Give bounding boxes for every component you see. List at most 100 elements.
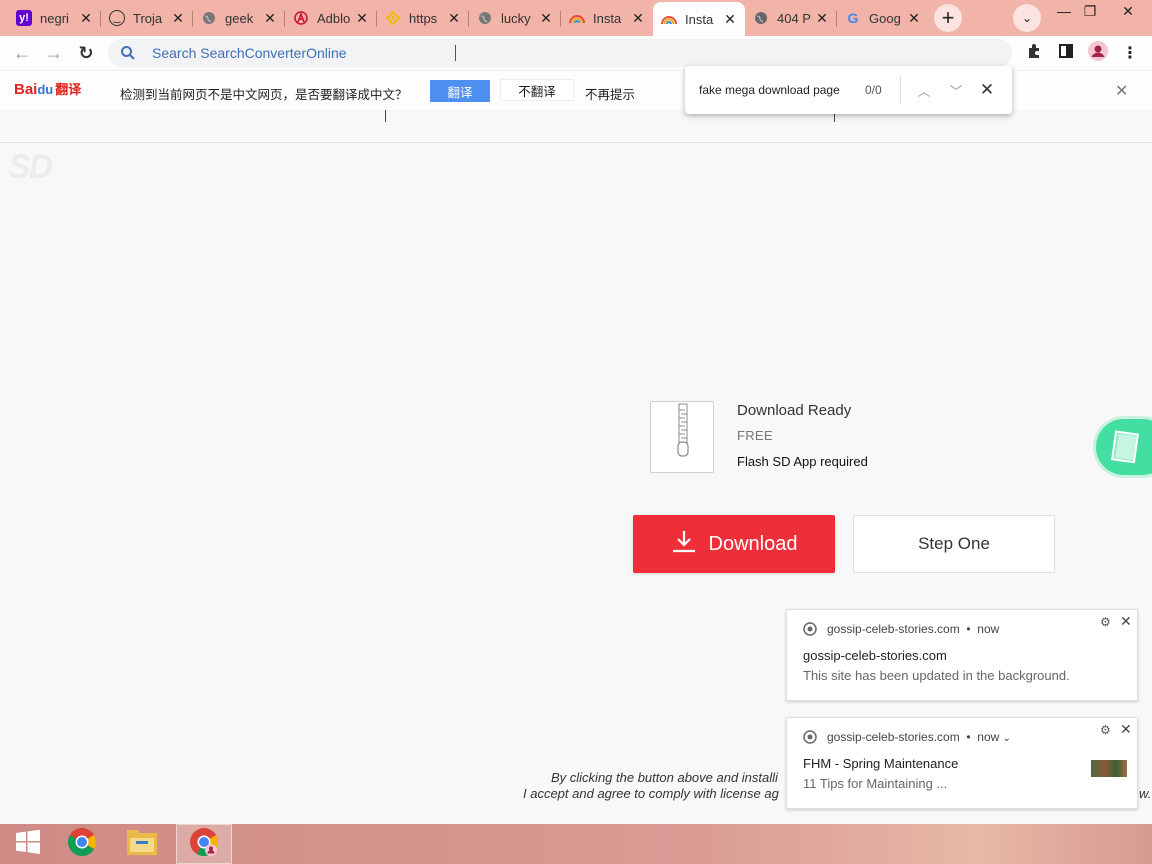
address-bar[interactable] — [108, 39, 1012, 67]
notification-source: gossip-celeb-stories.com • now — [827, 622, 1000, 636]
profile-button[interactable] — [1087, 40, 1109, 66]
minimize-icon: — — [1057, 3, 1071, 19]
find-input[interactable] — [699, 80, 844, 100]
adblock-icon — [293, 10, 309, 26]
tab-9[interactable]: G Goog ✕ — [837, 3, 929, 33]
no-translate-button[interactable]: 不翻译 — [500, 79, 574, 101]
text-cursor — [455, 45, 456, 61]
gear-icon[interactable]: ⚙ — [1100, 723, 1111, 737]
globe-icon — [201, 10, 217, 26]
notification-thumbnail — [1091, 760, 1127, 777]
close-icon[interactable]: ✕ — [907, 10, 921, 27]
header-rule — [0, 142, 1152, 143]
notification-body: This site has been updated in the backgr… — [803, 668, 1070, 683]
notification-time: now — [977, 730, 1000, 744]
tab-4[interactable]: https ✕ — [377, 3, 469, 33]
new-tab-button[interactable]: + — [934, 4, 962, 32]
close-icon[interactable]: ✕ — [447, 10, 461, 27]
notification-card[interactable]: gossip-celeb-stories.com • now ⚙ ✕ gossi… — [786, 609, 1138, 701]
close-icon[interactable]: ✕ — [79, 10, 93, 27]
requirement-text: Flash SD App required — [737, 454, 868, 469]
tab-title: negri — [40, 10, 69, 26]
close-icon[interactable]: ✕ — [171, 10, 185, 27]
notification-source: gossip-celeb-stories.com • now ⌄ — [827, 730, 1012, 744]
globe-icon — [477, 10, 493, 26]
taskbar-chrome-profile-active[interactable] — [176, 824, 232, 864]
close-icon: ✕ — [979, 80, 995, 99]
globe-icon — [753, 10, 769, 26]
plus-icon: + — [941, 5, 955, 30]
find-close-button[interactable]: ✕ — [975, 78, 999, 102]
find-next-button[interactable]: ﹀ — [944, 78, 968, 102]
step-one-button[interactable]: Step One — [853, 515, 1055, 573]
tab-8[interactable]: 404 P ✕ — [745, 3, 837, 33]
tab-title: lucky — [501, 10, 531, 26]
tab-title: 404 P — [777, 10, 811, 26]
source-domain: gossip-celeb-stories.com — [827, 622, 960, 636]
tab-title: Insta — [593, 10, 622, 26]
floating-widget-button[interactable] — [1093, 416, 1152, 478]
notification-card[interactable]: gossip-celeb-stories.com • now ⌄ ⚙ ✕ FHM… — [786, 717, 1138, 809]
smiley-icon: ‿ — [109, 10, 125, 26]
notification-title: FHM - Spring Maintenance — [803, 756, 959, 771]
close-icon[interactable]: ✕ — [723, 11, 737, 28]
tab-7-active[interactable]: Insta ✕ — [653, 2, 745, 36]
close-icon[interactable]: ✕ — [815, 10, 829, 27]
windows-taskbar — [0, 824, 1152, 864]
no-remind-link[interactable]: 不再提示 — [585, 84, 635, 103]
close-icon[interactable]: ✕ — [1115, 81, 1128, 101]
find-match-count: 0/0 — [865, 83, 882, 97]
menu-button[interactable]: ⋮ — [1119, 42, 1141, 64]
close-icon[interactable]: ✕ — [631, 10, 645, 27]
tab-1[interactable]: ‿ Troja ✕ — [101, 3, 193, 33]
price-text: FREE — [737, 428, 773, 443]
find-previous-button[interactable]: ︿ — [912, 78, 936, 102]
logo-text: Bai — [14, 81, 38, 98]
close-icon[interactable]: ✕ — [1120, 613, 1132, 630]
close-icon[interactable]: ✕ — [1120, 721, 1132, 738]
rainbow-icon — [661, 11, 677, 27]
chevron-down-icon: ⌄ — [1021, 11, 1033, 25]
tab-title: Goog — [869, 10, 901, 26]
taskbar-file-explorer[interactable] — [114, 824, 170, 864]
tab-2[interactable]: geek ✕ — [193, 3, 285, 33]
zip-file-icon — [650, 401, 714, 473]
tab-search-button[interactable]: ⌄ — [1013, 4, 1041, 32]
chevron-down-icon[interactable]: ⌄ — [1003, 733, 1011, 744]
tab-title: https — [409, 10, 438, 26]
extensions-button[interactable] — [1023, 42, 1045, 64]
close-icon[interactable]: ✕ — [539, 10, 553, 27]
search-icon — [120, 45, 136, 66]
download-ready-text: Download Ready — [737, 402, 852, 419]
taskbar-chrome[interactable] — [54, 824, 110, 864]
close-icon[interactable]: ✕ — [263, 10, 277, 27]
reload-button[interactable]: ↻ — [73, 40, 99, 66]
google-icon: G — [847, 10, 859, 26]
chrome-profile-icon — [189, 827, 219, 862]
tab-3[interactable]: Adblo ✕ — [285, 3, 377, 33]
avatar-icon — [1088, 40, 1108, 66]
arrow-left-icon: ← — [13, 42, 31, 63]
start-button[interactable] — [0, 824, 56, 864]
chrome-icon — [803, 730, 817, 749]
chrome-icon — [67, 827, 97, 862]
translate-button[interactable]: 翻译 — [430, 80, 490, 102]
back-button[interactable]: ← — [9, 40, 35, 66]
rainbow-icon — [569, 10, 585, 26]
address-input[interactable] — [152, 43, 652, 63]
tab-0[interactable]: y! negri ✕ — [8, 3, 101, 33]
close-window-button[interactable]: ✕ — [1112, 0, 1144, 22]
translate-message: 检测到当前网页不是中文网页，是否要翻译成中文？ — [120, 87, 408, 102]
tab-6[interactable]: Insta ✕ — [561, 3, 653, 33]
close-icon[interactable]: ✕ — [355, 10, 369, 27]
forward-button[interactable]: → — [41, 40, 67, 66]
arrow-right-icon: → — [45, 42, 63, 63]
folder-icon — [126, 828, 158, 861]
tab-5[interactable]: lucky ✕ — [469, 3, 561, 33]
download-button[interactable]: Download — [633, 515, 835, 573]
logo-paw: du — [37, 82, 54, 97]
restore-button[interactable]: ❐ — [1074, 0, 1106, 22]
gear-icon[interactable]: ⚙ — [1100, 615, 1111, 629]
close-icon: ✕ — [1122, 2, 1134, 19]
side-panel-button[interactable] — [1055, 42, 1077, 64]
